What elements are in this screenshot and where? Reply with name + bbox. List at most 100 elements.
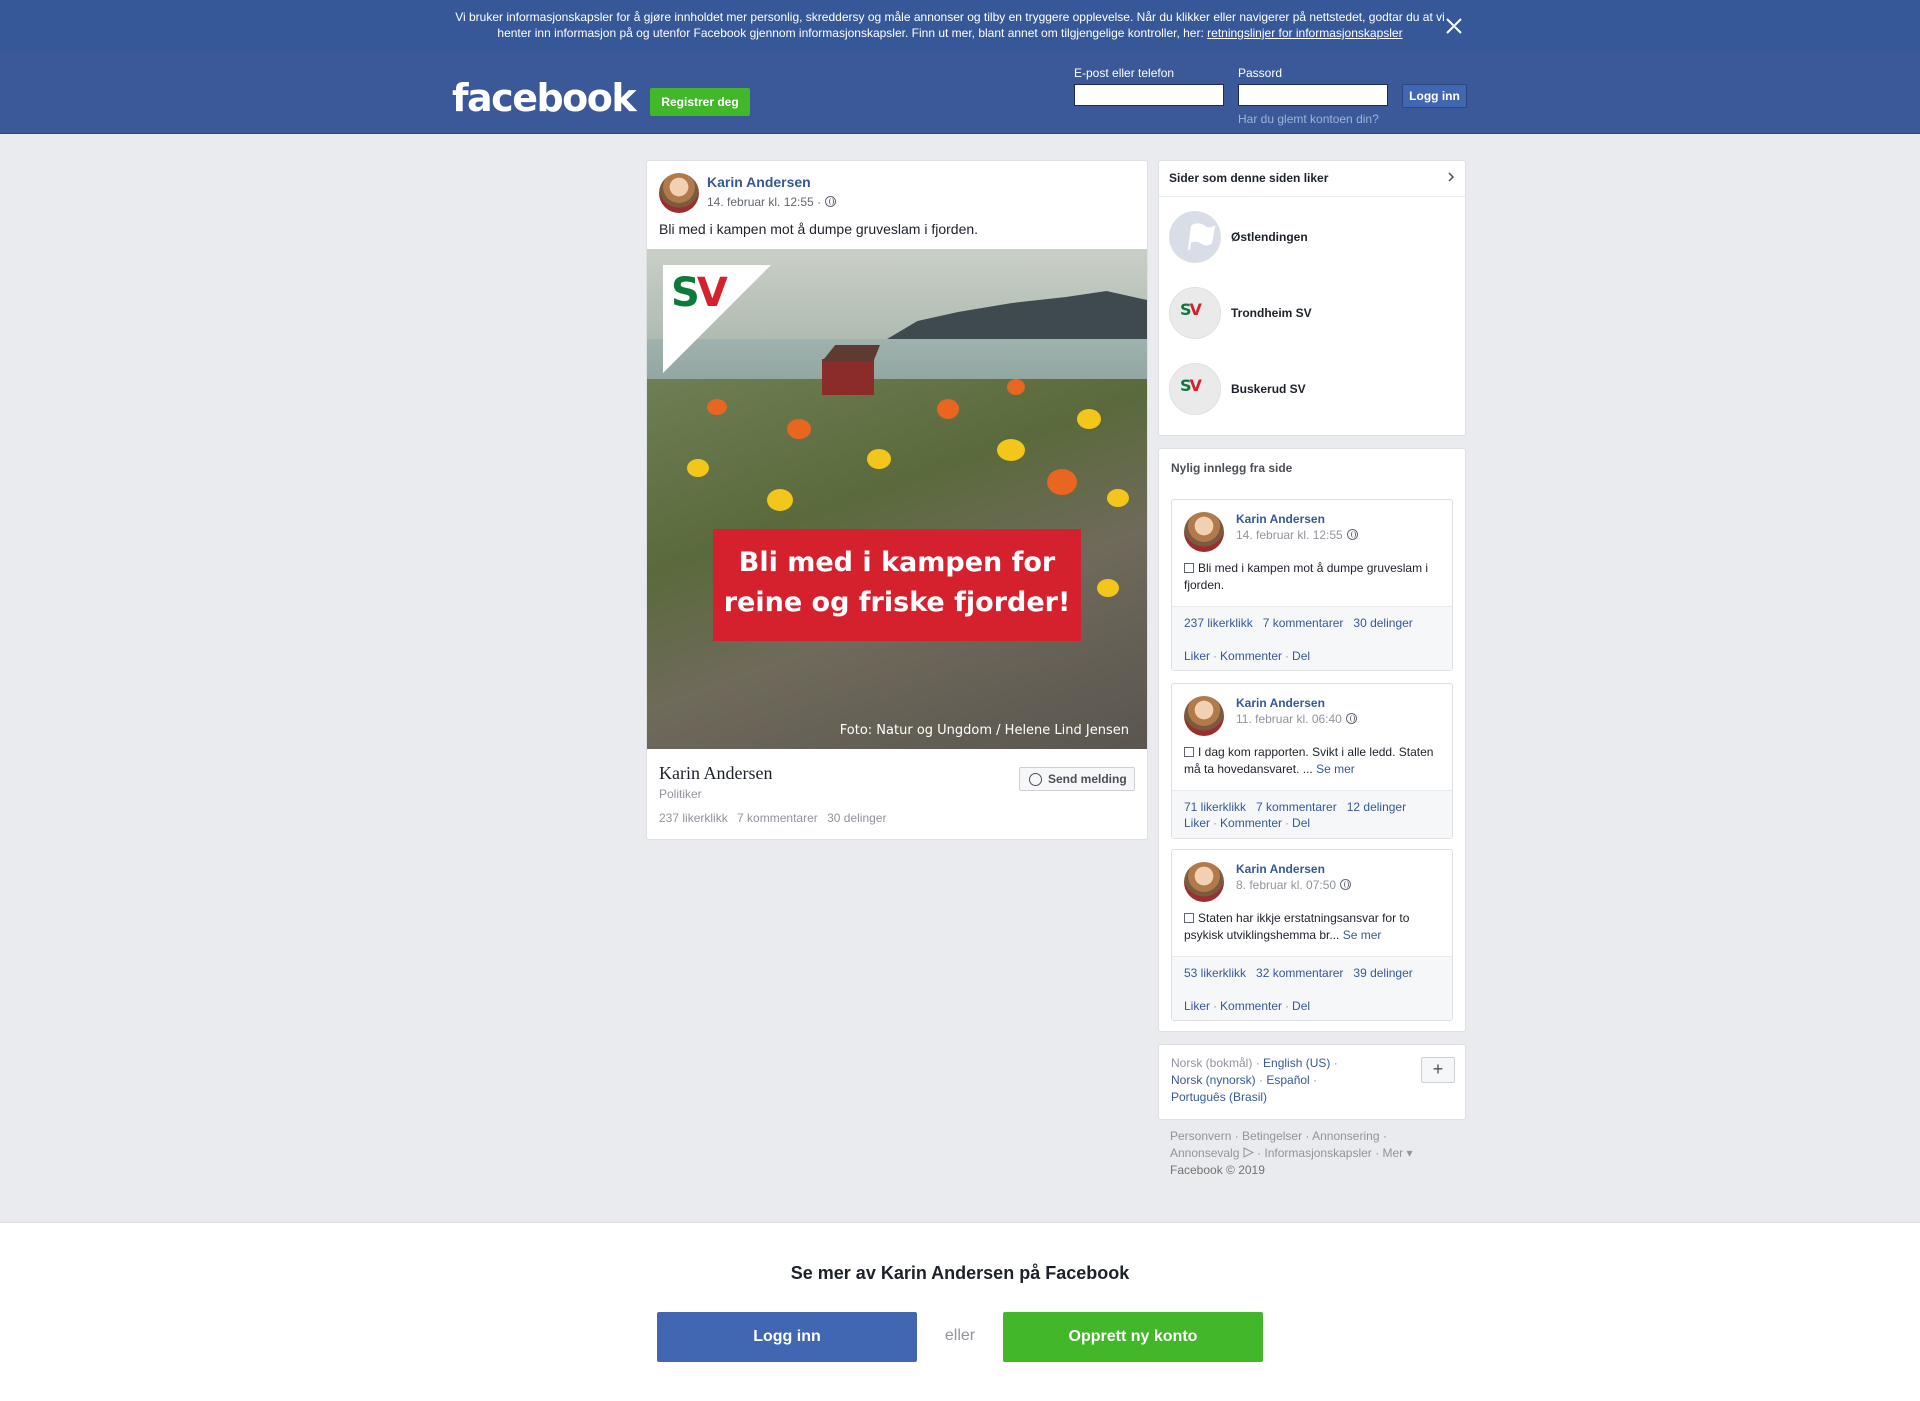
recent-post-text-wrap: Bli med i kampen mot å dumpe gruveslam i… [1184, 560, 1442, 594]
shares-count[interactable]: 30 delinger [827, 811, 886, 825]
globe-icon [1340, 879, 1352, 890]
share-link[interactable]: Del [1292, 649, 1310, 663]
avatar[interactable] [1184, 512, 1224, 552]
share-link[interactable]: Del [1292, 816, 1310, 830]
pages-liked-header[interactable]: Sider som denne siden liker [1159, 161, 1465, 197]
header-login-button[interactable]: Logg inn [1402, 84, 1467, 108]
create-account-button[interactable]: Opprett ny konto [1003, 1312, 1263, 1362]
post-stats: 237 likerklikk 7 kommentarer 30 delinger [659, 811, 892, 825]
likes-count[interactable]: 53 likerklikk [1184, 966, 1246, 980]
image-flower [1007, 379, 1025, 395]
language-option[interactable]: Português (Brasil) [1171, 1090, 1267, 1104]
profile-name[interactable]: Karin Andersen [659, 763, 772, 784]
facebook-logo[interactable]: facebook [452, 78, 637, 118]
page-name[interactable]: Trondheim SV [1231, 306, 1312, 320]
recent-post-author[interactable]: Karin Andersen [1236, 862, 1325, 876]
register-button[interactable]: Registrer deg [650, 88, 750, 116]
post-image[interactable]: SV Bli med i kampen for reine og friske … [647, 249, 1147, 749]
page-item-ostlendingen[interactable]: Østlendingen [1169, 211, 1459, 265]
recent-post-date-wrap: 8. februar kl. 07:50 [1236, 878, 1352, 892]
page-item-buskerud-sv[interactable]: SV Buskerud SV [1169, 363, 1459, 417]
see-more-link[interactable]: Se mer [1316, 762, 1355, 776]
footer-link[interactable]: Informasjonskapsler [1264, 1146, 1371, 1160]
like-link[interactable]: Liker [1184, 816, 1210, 830]
more-languages-button[interactable]: + [1421, 1057, 1455, 1083]
globe-icon [1346, 529, 1358, 540]
photo-icon [1184, 563, 1194, 573]
footer-link[interactable]: Betingelser [1242, 1129, 1302, 1143]
send-message-button[interactable]: Send melding [1019, 767, 1135, 791]
sv-page-avatar[interactable]: SV [1169, 363, 1221, 415]
language-box: Norsk (bokmål) · English (US) · Norsk (n… [1158, 1044, 1466, 1120]
copyright: Facebook © 2019 [1170, 1163, 1265, 1177]
recent-post-author[interactable]: Karin Andersen [1236, 512, 1325, 526]
login-prompt-bar: Se mer av Karin Andersen på Facebook Log… [0, 1222, 1920, 1401]
comment-link[interactable]: Kommenter [1220, 999, 1282, 1013]
cookie-policy-link[interactable]: retningslinjer for informasjonskapsler [1207, 26, 1402, 40]
page-name[interactable]: Buskerud SV [1231, 382, 1306, 396]
post-text: Bli med i kampen mot å dumpe gruveslam i… [659, 221, 979, 237]
post-date[interactable]: 14. februar kl. 12:55 · [707, 195, 821, 209]
email-label: E-post eller telefon [1074, 66, 1175, 80]
banner-line-1: Bli med i kampen for [738, 547, 1056, 578]
footer-link[interactable]: Annonsering [1312, 1129, 1379, 1143]
recent-post-author[interactable]: Karin Andersen [1236, 696, 1325, 710]
login-button[interactable]: Logg inn [657, 1312, 917, 1362]
recent-post-actions: Liker · Kommenter · Del [1184, 816, 1311, 830]
cookie-text-wrap: Vi bruker informasjonskapsler for å gjør… [450, 9, 1450, 41]
sv-page-avatar[interactable]: SV [1169, 287, 1221, 339]
email-field[interactable] [1074, 84, 1224, 106]
language-list: Norsk (bokmål) · English (US) · Norsk (n… [1171, 1056, 1338, 1104]
forgot-account-link[interactable]: Har du glemt kontoen din? [1238, 112, 1379, 126]
footer-link[interactable]: Personvern [1170, 1129, 1231, 1143]
shares-count[interactable]: 39 delinger [1353, 966, 1412, 980]
recent-posts-box: Nylig innlegg fra side Karin Andersen 14… [1158, 448, 1466, 1032]
share-link[interactable]: Del [1292, 999, 1310, 1013]
share-icon [1184, 747, 1194, 757]
shares-count[interactable]: 12 delinger [1347, 800, 1406, 814]
avatar[interactable] [659, 173, 699, 213]
avatar[interactable] [1184, 862, 1224, 902]
recent-post-date[interactable]: 14. februar kl. 12:55 [1236, 528, 1343, 542]
comments-count[interactable]: 7 kommentarer [737, 811, 818, 825]
page-item-trondheim-sv[interactable]: SV Trondheim SV [1169, 287, 1459, 341]
recent-post-date[interactable]: 8. februar kl. 07:50 [1236, 878, 1336, 892]
comment-link[interactable]: Kommenter [1220, 649, 1282, 663]
recent-post-footer: 53 likerklikk 32 kommentarer 39 delinger L… [1172, 956, 1452, 1020]
close-icon[interactable] [1444, 16, 1464, 36]
avatar[interactable] [1184, 696, 1224, 736]
chevron-right-icon[interactable] [1446, 172, 1456, 182]
password-field[interactable] [1238, 84, 1388, 106]
likes-count[interactable]: 237 likerklikk [659, 811, 728, 825]
recent-post-stats: 237 likerklikk 7 kommentarer 30 delinger [1184, 615, 1444, 632]
footer-link[interactable]: Mer [1382, 1146, 1403, 1160]
like-link[interactable]: Liker [1184, 999, 1210, 1013]
language-option[interactable]: Español [1266, 1073, 1309, 1087]
language-option[interactable]: English (US) [1263, 1056, 1330, 1070]
recent-post[interactable]: Karin Andersen 14. februar kl. 12:55 Bli… [1171, 499, 1453, 671]
likes-count[interactable]: 237 likerklikk [1184, 616, 1253, 630]
recent-post-date[interactable]: 11. februar kl. 06:40 [1236, 712, 1342, 726]
pages-liked-box: Sider som denne siden liker Østlendingen… [1158, 160, 1466, 436]
image-flower [1077, 409, 1101, 429]
shares-count[interactable]: 30 delinger [1353, 616, 1412, 630]
current-language: Norsk (bokmål) [1171, 1056, 1253, 1070]
page-name[interactable]: Østlendingen [1231, 230, 1308, 244]
comments-count[interactable]: 7 kommentarer [1263, 616, 1344, 630]
language-option[interactable]: Norsk (nynorsk) [1171, 1073, 1256, 1087]
top-header: facebook Registrer deg E-post eller tele… [0, 52, 1920, 134]
or-separator: eller [944, 1327, 976, 1344]
comment-link[interactable]: Kommenter [1220, 816, 1282, 830]
post-author[interactable]: Karin Andersen [707, 174, 811, 190]
flag-icon[interactable] [1169, 211, 1221, 263]
recent-post[interactable]: Karin Andersen 8. februar kl. 07:50 Stat… [1171, 849, 1453, 1021]
image-flower [1107, 489, 1129, 507]
comments-count[interactable]: 32 kommentarer [1256, 966, 1343, 980]
photo-credit: Foto: Natur og Ungdom / Helene Lind Jens… [839, 723, 1129, 738]
footer-link[interactable]: Annonsevalg [1170, 1146, 1239, 1160]
comments-count[interactable]: 7 kommentarer [1256, 800, 1337, 814]
like-link[interactable]: Liker [1184, 649, 1210, 663]
likes-count[interactable]: 71 likerklikk [1184, 800, 1246, 814]
see-more-link[interactable]: Se mer [1343, 928, 1382, 942]
recent-post[interactable]: Karin Andersen 11. februar kl. 06:40 I d… [1171, 683, 1453, 839]
